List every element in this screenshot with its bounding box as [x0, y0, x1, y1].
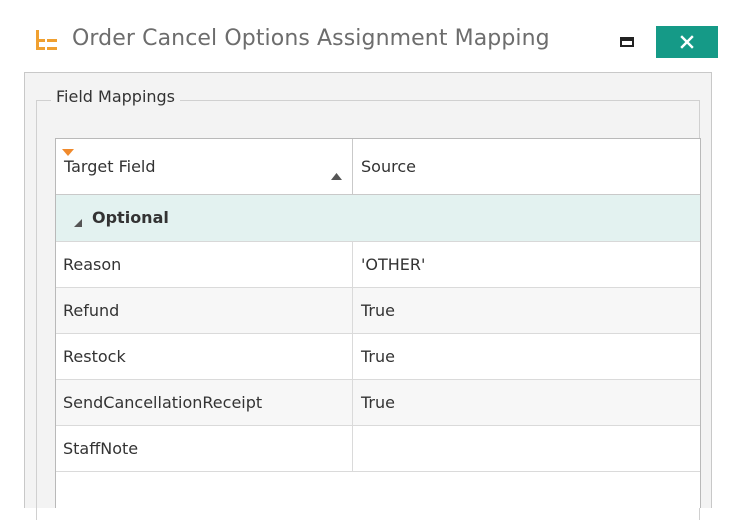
maximize-button[interactable]	[612, 28, 642, 56]
sort-ascending-icon	[331, 165, 342, 180]
source-cell[interactable]: True	[353, 334, 700, 379]
filter-icon[interactable]	[62, 143, 74, 156]
maximize-icon	[620, 37, 634, 47]
title-bar[interactable]: Order Cancel Options Assignment Mapping	[0, 0, 735, 72]
source-cell[interactable]: 'OTHER'	[353, 242, 700, 287]
target-field-cell[interactable]: StaffNote	[56, 426, 353, 471]
column-label: Target Field	[64, 157, 156, 176]
source-cell[interactable]: True	[353, 380, 700, 425]
mapping-window: Order Cancel Options Assignment Mapping …	[0, 0, 735, 520]
table-row[interactable]: Refund True	[56, 288, 700, 334]
close-button[interactable]	[656, 26, 718, 58]
table-row[interactable]: SendCancellationReceipt True	[56, 380, 700, 426]
target-field-cell[interactable]: SendCancellationReceipt	[56, 380, 353, 425]
tree-list-icon	[34, 30, 58, 56]
table-row[interactable]: Restock True	[56, 334, 700, 380]
group-row-optional[interactable]: Optional	[56, 195, 700, 242]
table-row[interactable]: StaffNote	[56, 426, 700, 472]
column-header-source[interactable]: Source	[353, 139, 700, 194]
groupbox-legend: Field Mappings	[51, 87, 181, 106]
source-cell[interactable]	[353, 426, 700, 471]
close-icon	[680, 35, 694, 49]
collapse-triangle-icon[interactable]	[73, 213, 83, 227]
source-cell[interactable]: True	[353, 288, 700, 333]
field-mappings-grid[interactable]: Target Field Source Optional Reason 'OTH…	[55, 138, 701, 508]
target-field-cell[interactable]: Reason	[56, 242, 353, 287]
table-row[interactable]: Reason 'OTHER'	[56, 242, 700, 288]
window-title: Order Cancel Options Assignment Mapping	[72, 26, 550, 51]
target-field-cell[interactable]: Refund	[56, 288, 353, 333]
group-label: Optional	[92, 208, 169, 227]
target-field-cell[interactable]: Restock	[56, 334, 353, 379]
grid-header: Target Field Source	[56, 139, 700, 195]
column-header-target-field[interactable]: Target Field	[56, 139, 353, 194]
column-label: Source	[361, 157, 416, 176]
